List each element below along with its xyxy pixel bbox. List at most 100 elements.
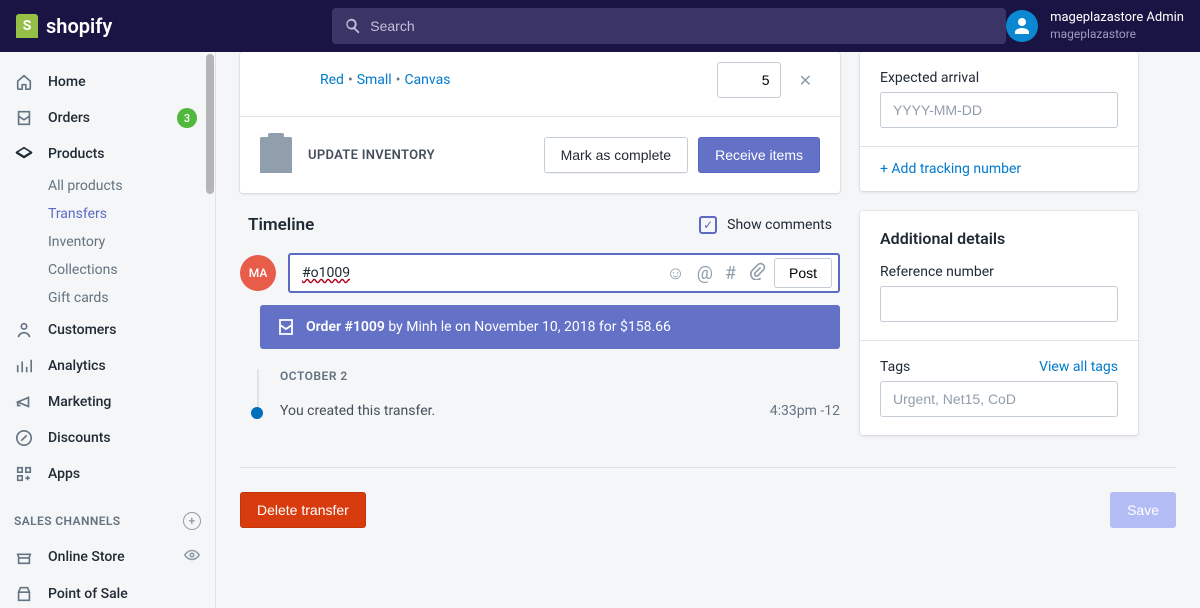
sidebar-item-online-store[interactable]: Online Store [0, 538, 215, 576]
variant-opt-canvas[interactable]: Canvas [404, 72, 450, 88]
main-content: Red•Small•Canvas ✕ UPDATE INVENTORY [216, 52, 1200, 608]
checkbox-icon: ✓ [699, 216, 717, 234]
reference-label: Reference number [880, 264, 1118, 280]
emoji-icon[interactable]: ☺ [666, 263, 684, 284]
tags-label: Tags [880, 359, 910, 375]
products-icon [14, 144, 34, 164]
sidebar-item-products[interactable]: Products [0, 136, 215, 172]
add-tracking-link[interactable]: + Add tracking number [880, 161, 1021, 177]
sidebar-sub-transfers[interactable]: Transfers [0, 200, 215, 228]
user-store: mageplazastore [1050, 27, 1184, 43]
additional-title: Additional details [880, 229, 1118, 248]
nav-label: Online Store [48, 549, 125, 565]
compose-avatar: MA [240, 255, 276, 291]
sidebar-item-home[interactable]: Home [0, 64, 215, 100]
orders-icon [14, 108, 34, 128]
sidebar-item-marketing[interactable]: Marketing [0, 384, 215, 420]
eye-icon[interactable] [183, 546, 201, 568]
sidebar-scrollbar[interactable] [206, 54, 214, 194]
delete-transfer-button[interactable]: Delete transfer [240, 492, 366, 528]
expected-arrival-label: Expected arrival [880, 70, 1118, 86]
search-bar[interactable] [332, 8, 1006, 44]
orders-badge: 3 [177, 108, 197, 128]
order-icon [276, 317, 296, 337]
receive-items-button[interactable]: Receive items [698, 137, 820, 173]
nav-label: Customers [48, 322, 116, 338]
discounts-icon [14, 428, 34, 448]
product-card: Red•Small•Canvas ✕ UPDATE INVENTORY [240, 52, 840, 193]
marketing-icon [14, 392, 34, 412]
inventory-row: UPDATE INVENTORY Mark as complete Receiv… [240, 116, 840, 193]
reference-input[interactable] [880, 286, 1118, 322]
nav-label: Marketing [48, 394, 111, 410]
timeline-entry-text: You created this transfer. [280, 403, 770, 419]
additional-details-card: Additional details Reference number Tags… [860, 211, 1138, 435]
sidebar-sub-collections[interactable]: Collections [0, 256, 215, 284]
nav-label: Apps [48, 466, 80, 482]
sidebar-item-orders[interactable]: Orders 3 [0, 100, 215, 136]
suggestion-text: Order #1009 by Minh le on November 10, 2… [306, 319, 671, 335]
variant-opt-small[interactable]: Small [357, 72, 392, 88]
footer-actions: Delete transfer Save [240, 467, 1176, 536]
mention-icon[interactable]: @ [697, 263, 713, 284]
mark-complete-button[interactable]: Mark as complete [544, 137, 688, 173]
timeline-entry: You created this transfer. 4:33pm -12 [280, 403, 840, 419]
qty-input[interactable] [717, 62, 781, 98]
nav-label: Discounts [48, 430, 111, 446]
search-icon [344, 17, 362, 35]
avatar-icon [1006, 10, 1038, 42]
sidebar-item-discounts[interactable]: Discounts [0, 420, 215, 456]
attachment-icon[interactable] [748, 262, 766, 285]
timeline-header: Timeline ✓ Show comments [240, 193, 840, 253]
timeline-list: OCTOBER 2 You created this transfer. 4:3… [240, 369, 840, 419]
variant-row: Red•Small•Canvas ✕ [240, 52, 840, 116]
sidebar-sub-inventory[interactable]: Inventory [0, 228, 215, 256]
nav-label: Home [48, 74, 86, 90]
show-comments-toggle[interactable]: ✓ Show comments [699, 216, 832, 234]
topbar: shopify mageplazastore Admin mageplazast… [0, 0, 1200, 52]
sidebar-sub-all-products[interactable]: All products [0, 172, 215, 200]
update-inventory-label: UPDATE INVENTORY [308, 148, 435, 163]
clipboard-icon [260, 137, 292, 173]
variant-opt-red[interactable]: Red [320, 72, 344, 88]
variant-info: Red•Small•Canvas [320, 72, 450, 88]
timeline-date: OCTOBER 2 [280, 369, 840, 383]
sidebar-item-customers[interactable]: Customers [0, 312, 215, 348]
compose-box[interactable]: #o1009 ☺ @ # Post [288, 253, 840, 293]
timeline-dot-icon [251, 407, 263, 419]
sidebar-item-analytics[interactable]: Analytics [0, 348, 215, 384]
view-tags-link[interactable]: View all tags [1039, 359, 1118, 375]
apps-icon [14, 464, 34, 484]
remove-variant-icon[interactable]: ✕ [791, 67, 820, 94]
sidebar-item-apps[interactable]: Apps [0, 456, 215, 492]
timeline-compose: MA #o1009 ☺ @ # Post [240, 253, 840, 305]
post-button[interactable]: Post [774, 258, 832, 288]
user-menu[interactable]: mageplazastore Admin mageplazastore [1006, 10, 1184, 42]
sidebar-sub-gift-cards[interactable]: Gift cards [0, 284, 215, 312]
nav-label: Products [48, 146, 105, 162]
hashtag-icon[interactable]: # [725, 263, 736, 284]
brand-logo[interactable]: shopify [16, 14, 112, 38]
user-info: mageplazastore Admin mageplazastore [1050, 10, 1184, 42]
customers-icon [14, 320, 34, 340]
expected-arrival-input[interactable] [880, 92, 1118, 128]
tags-input[interactable] [880, 381, 1118, 417]
nav-label: Point of Sale [48, 586, 128, 602]
store-icon [14, 547, 34, 567]
pos-icon [14, 584, 34, 604]
sidebar: Home Orders 3 Products All products Tran… [0, 52, 216, 608]
sidebar-item-pos[interactable]: Point of Sale [0, 576, 215, 608]
shipment-card: Expected arrival + Add tracking number [860, 52, 1138, 191]
qty-box: ✕ [717, 62, 820, 98]
nav-label: Orders [48, 110, 90, 126]
compose-input-value[interactable]: #o1009 [302, 265, 350, 281]
brand-name: shopify [46, 14, 112, 38]
timeline-entry-time: 4:33pm -12 [770, 403, 840, 419]
save-button[interactable]: Save [1110, 492, 1176, 528]
order-suggestion[interactable]: Order #1009 by Minh le on November 10, 2… [260, 305, 840, 349]
nav-label: Analytics [48, 358, 106, 374]
search-input[interactable] [370, 18, 994, 34]
analytics-icon [14, 356, 34, 376]
shopify-bag-icon [16, 14, 38, 38]
add-channel-icon[interactable]: + [183, 512, 201, 530]
